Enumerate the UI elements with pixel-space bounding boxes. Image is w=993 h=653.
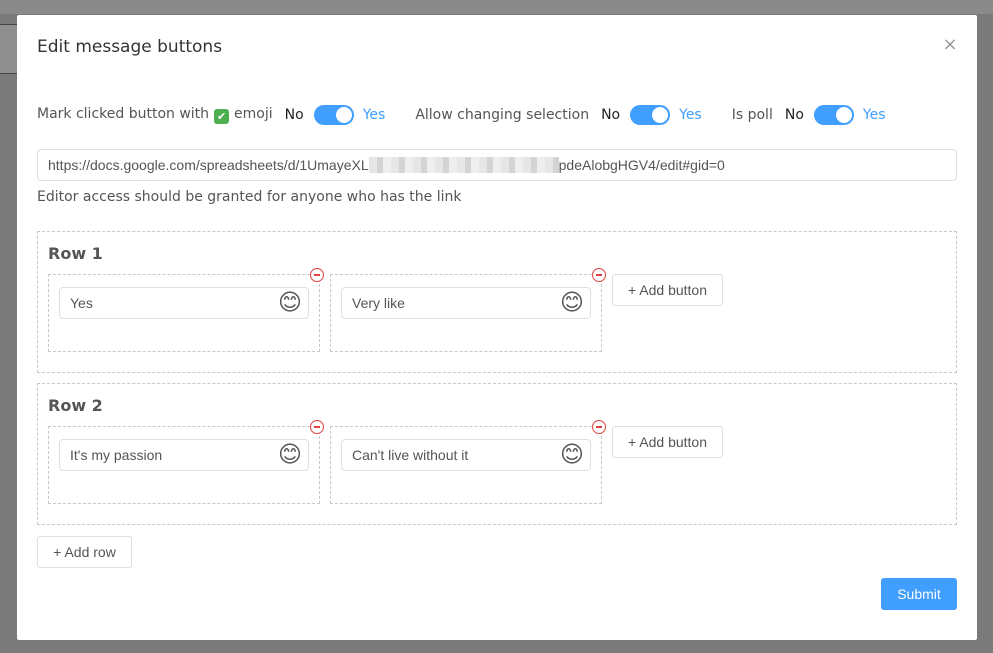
button-card: It's my passion 😊 [48, 420, 324, 504]
button-card: Yes 😊 [48, 268, 324, 352]
allow-changing-yes: Yes [679, 107, 702, 123]
mark-clicked-label: Mark clicked button with ✔ emoji [37, 106, 273, 124]
row-title: Row 1 [48, 244, 103, 263]
toggle-options: Mark clicked button with ✔ emoji No Yes Al… [37, 104, 886, 126]
remove-button-icon[interactable] [592, 268, 606, 282]
button-row-2: Row 2 It's my passion 😊 Can't live witho… [37, 383, 957, 525]
allow-changing-switch[interactable] [630, 105, 671, 125]
button-text-input[interactable]: Yes [59, 287, 309, 319]
button-row-1: Row 1 Yes 😊 Very like 😊 + Add button [37, 231, 957, 373]
is-poll-no: No [784, 107, 804, 123]
smile-emoji-icon[interactable]: 😊 [276, 289, 304, 317]
remove-button-icon[interactable] [310, 268, 324, 282]
button-text-input[interactable]: Very like [341, 287, 591, 319]
button-text-input[interactable]: It's my passion [59, 439, 309, 471]
modal-title: Edit message buttons [37, 37, 223, 57]
remove-button-icon[interactable] [592, 420, 606, 434]
add-button-button[interactable]: + Add button [612, 426, 723, 458]
smile-emoji-icon[interactable]: 😊 [558, 441, 586, 469]
allow-changing-label: Allow changing selection [415, 107, 590, 123]
add-button-button[interactable]: + Add button [612, 274, 723, 306]
mark-clicked-yes: Yes [362, 107, 386, 123]
remove-button-icon[interactable] [310, 420, 324, 434]
is-poll-switch[interactable] [813, 105, 854, 125]
add-row-button[interactable]: + Add row [37, 536, 132, 568]
backdrop-header [0, 0, 993, 14]
edit-buttons-modal: Edit message buttons × Mark clicked butt… [17, 15, 977, 640]
is-poll-yes: Yes [862, 107, 886, 123]
button-card: Can't live without it 😊 [330, 420, 606, 504]
allow-changing-no: No [601, 107, 621, 123]
is-poll-label: Is poll [731, 107, 773, 123]
mark-clicked-no: No [284, 107, 304, 123]
mark-clicked-switch[interactable] [313, 105, 354, 125]
spreadsheet-url-input[interactable]: https://docs.google.com/spreadsheets/d/1… [37, 149, 957, 181]
access-hint: Editor access should be granted for anyo… [37, 189, 462, 205]
smile-emoji-icon[interactable]: 😊 [276, 441, 304, 469]
button-card: Very like 😊 [330, 268, 606, 352]
check-emoji-icon: ✔ [214, 109, 230, 124]
redacted-segment [368, 157, 559, 173]
smile-emoji-icon[interactable]: 😊 [558, 289, 586, 317]
backdrop-element [0, 24, 18, 74]
close-icon[interactable]: × [941, 36, 959, 54]
submit-button[interactable]: Submit [881, 578, 957, 610]
row-title: Row 2 [48, 396, 103, 415]
button-text-input[interactable]: Can't live without it [341, 439, 591, 471]
